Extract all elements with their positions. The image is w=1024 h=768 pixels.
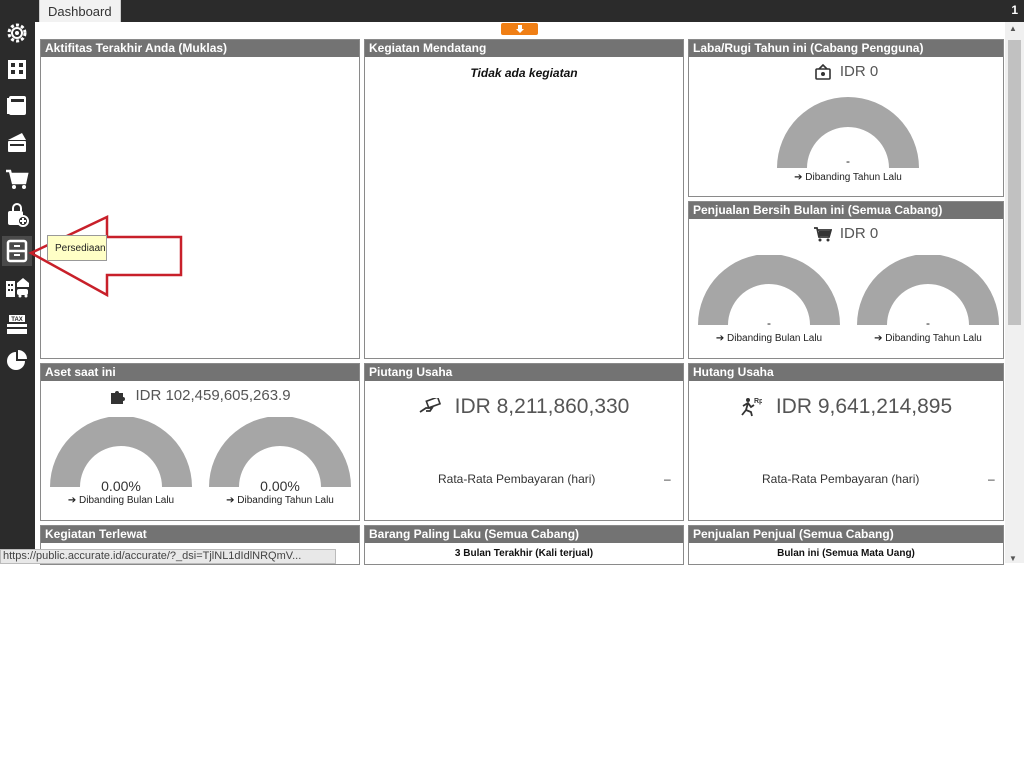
gauge-caption-year: ➔ Dibanding Tahun Lalu [857,333,999,344]
sidebar-item-settings[interactable] [2,18,32,48]
gauge-value-year: - [926,316,930,330]
status-bar-url: https://public.accurate.id/accurate/?_ds… [0,549,336,564]
panel-subtitle: Bulan ini (Semua Mata Uang) [777,548,915,559]
amount-value: IDR 9,641,214,895 [775,395,953,418]
panel-profit-loss: Laba/Rugi Tahun ini (Cabang Pengguna) ID… [688,39,1004,197]
activity-list [41,57,359,358]
money-bag-icon [815,63,831,80]
amount-line: Rp IDR 9,641,214,895 [689,395,1003,419]
top-bar: Dashboard 1 [0,0,1024,22]
amount-line: IDR 0 [689,63,1003,80]
gauge-caption-year: ➔ Dibanding Tahun Lalu [209,495,351,506]
panel-net-sales: Penjualan Bersih Bulan ini (Semua Cabang… [688,201,1004,359]
gauge-caption-text: Dibanding Tahun Lalu [885,333,982,344]
svg-text:Rp: Rp [754,398,762,405]
running-person-money-icon: Rp [741,398,762,417]
gauge-caption-month: ➔ Dibanding Bulan Lalu [698,333,840,344]
inventory-cabinet-icon [6,239,28,263]
svg-text:TAX: TAX [11,317,23,323]
arrow-right-icon: ➔ [794,172,803,183]
settings-gear-icon [7,23,27,43]
gauge-caption-month: ➔ Dibanding Bulan Lalu [50,495,192,506]
panel-title: Laba/Rugi Tahun ini (Cabang Pengguna) [689,40,1003,57]
gauge-value: - [846,154,850,168]
gauge-value-month: - [767,316,771,330]
gauge-caption-text: Dibanding Tahun Lalu [237,495,334,506]
rate-value: – [664,472,671,486]
panel-title: Aset saat ini [41,364,359,381]
scroll-up-icon[interactable]: ▲ [1009,24,1017,33]
scroll-down-icon[interactable]: ▼ [1009,554,1017,563]
gauge-caption: ➔ Dibanding Tahun Lalu [777,172,919,183]
sidebar-item-tax[interactable]: TAX [2,309,32,339]
panel-title: Penjualan Penjual (Semua Cabang) [689,526,1003,543]
company-building-icon [8,60,26,79]
vertical-scrollbar[interactable]: ▲ ▼ [1005,22,1024,563]
amount-line: IDR 102,459,605,263.9 [41,387,359,404]
panel-recent-activity: Aktifitas Terakhir Anda (Muklas) [40,39,360,359]
panel-subtitle: 3 Bulan Terakhir (Kali terjual) [454,548,594,559]
top-right-badge[interactable]: 1 [1011,3,1018,17]
puzzle-piece-icon [111,390,126,404]
amount-value: IDR 0 [839,225,879,242]
cash-bank-icon [8,133,26,152]
sidebar-item-company[interactable] [2,54,32,84]
tooltip-inventory: Persediaan [47,235,107,261]
fixed-assets-icon [6,278,29,298]
rate-label: Rata-Rata Pembayaran (hari) [762,472,920,486]
reports-pie-icon [7,350,27,370]
arrow-down-icon [515,25,524,33]
amount-value: IDR 0 [839,63,879,80]
panel-title: Kegiatan Mendatang [365,40,683,57]
panel-title: Kegiatan Terlewat [41,526,359,543]
amount-line: IDR 8,211,860,330 [365,395,683,419]
panel-salesperson-sales: Penjualan Penjual (Semua Cabang) Bulan i… [688,525,1004,565]
hand-money-icon [419,398,441,413]
empty-state-text: Tidak ada kegiatan [470,66,578,80]
rate-value: – [988,472,995,486]
arrow-right-icon: ➔ [226,495,235,506]
sidebar-item-ledger[interactable] [2,90,32,120]
arrow-right-icon: ➔ [67,495,77,506]
amount-value: IDR 102,459,605,263.9 [135,387,291,404]
panel-title: Barang Paling Laku (Semua Cabang) [365,526,683,543]
gauge-caption-text: Dibanding Bulan Lalu [727,333,823,344]
gauge-value-month: 0.00% [101,478,141,494]
gauge-caption-text: Dibanding Bulan Lalu [79,495,175,506]
panel-current-assets: Aset saat ini IDR 102,459,605,263.9 0.00… [40,363,360,521]
sidebar-item-cash-bank[interactable] [2,127,32,157]
panel-best-sellers: Barang Paling Laku (Semua Cabang) 3 Bula… [364,525,684,565]
gauge-value-year: 0.00% [260,478,300,494]
panel-accounts-receivable: Piutang Usaha IDR 8,211,860,330 Rata-Rat… [364,363,684,521]
panel-title: Piutang Usaha [365,364,683,381]
gauge-caption-text: Dibanding Tahun Lalu [805,172,902,183]
panel-title: Hutang Usaha [689,364,1003,381]
sales-cart-icon [6,169,29,189]
panel-title: Penjualan Bersih Bulan ini (Semua Cabang… [689,202,1003,219]
amount-line: IDR 0 [689,225,1003,242]
panel-accounts-payable: Hutang Usaha Rp IDR 9,641,214,895 Rata-R… [688,363,1004,521]
tab-dashboard[interactable]: Dashboard [39,0,121,22]
purchase-bag-icon [8,203,29,227]
rate-label: Rata-Rata Pembayaran (hari) [438,472,596,486]
arrow-right-icon: ➔ [715,333,725,344]
app-window: Dashboard 1 TAX Aktifitas Terakhir Anda … [0,0,1024,565]
shopping-cart-icon [813,226,832,241]
sidebar-item-reports[interactable] [2,345,32,375]
sidebar-item-sales[interactable] [2,164,32,194]
collapse-toggle-button[interactable] [501,23,538,35]
amount-value: IDR 8,211,860,330 [454,395,630,418]
scrollbar-thumb[interactable] [1008,40,1021,325]
panel-upcoming-activity: Kegiatan Mendatang Tidak ada kegiatan [364,39,684,359]
tax-icon: TAX [7,315,27,334]
ledger-book-icon [7,96,26,115]
arrow-right-icon: ➔ [874,333,883,344]
panel-title: Aktifitas Terakhir Anda (Muklas) [41,40,359,57]
